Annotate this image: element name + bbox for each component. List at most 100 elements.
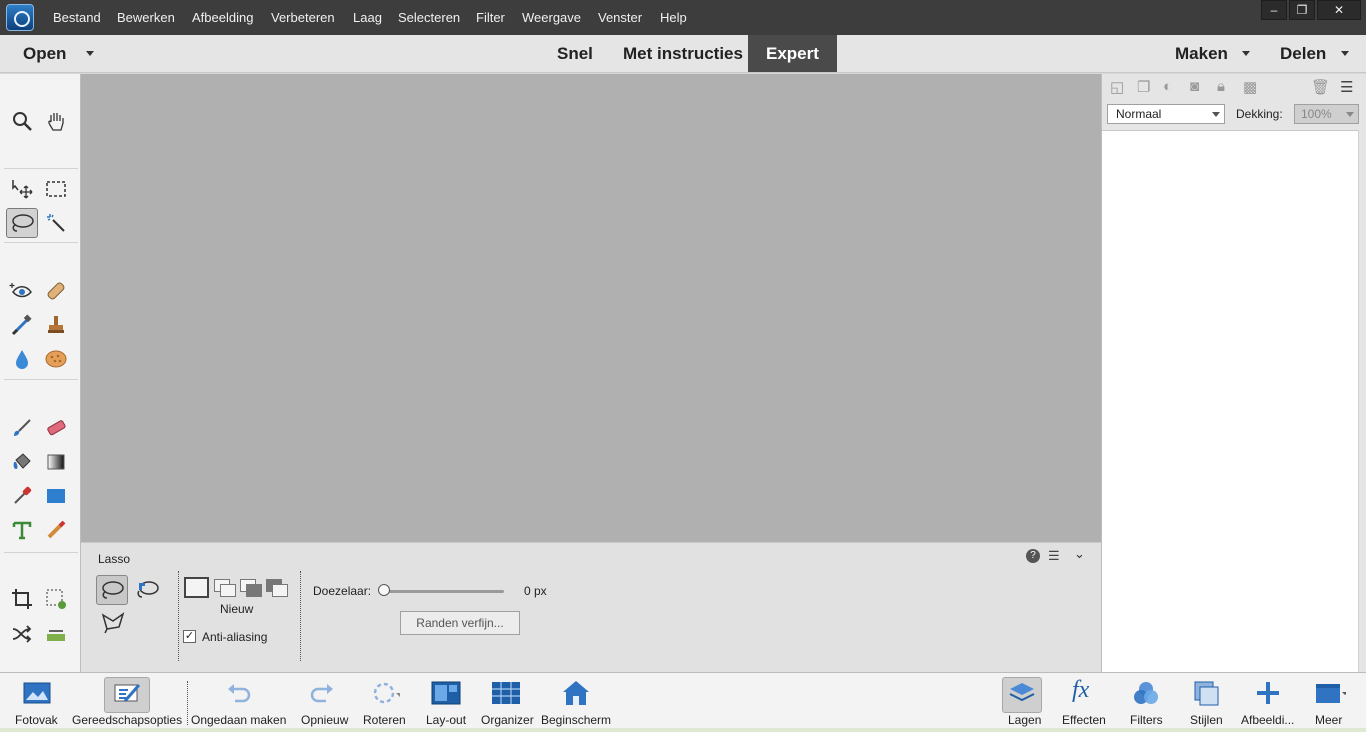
toolbox-divider bbox=[4, 168, 78, 169]
graphics-button[interactable]: Afbeeldi... bbox=[1238, 673, 1300, 731]
brush-tool[interactable] bbox=[6, 413, 38, 443]
tab-met-instructies[interactable]: Met instructies bbox=[623, 44, 743, 64]
type-tool[interactable] bbox=[6, 515, 38, 545]
undo-button[interactable]: Ongedaan maken bbox=[190, 673, 292, 731]
organizer-icon bbox=[492, 682, 520, 704]
feather-slider-thumb[interactable] bbox=[378, 584, 390, 596]
polygonal-lasso-button[interactable] bbox=[99, 611, 127, 635]
document-canvas[interactable] bbox=[81, 74, 1101, 542]
styles-button[interactable]: Stijlen bbox=[1184, 673, 1232, 731]
tool-options-button[interactable]: Gereedschapsopties bbox=[72, 673, 186, 731]
new-group-icon[interactable]: ❐ bbox=[1137, 78, 1150, 96]
refine-edge-button[interactable]: Randen verfijn... bbox=[400, 611, 520, 635]
menu-venster[interactable]: Venster bbox=[598, 10, 642, 25]
paint-bucket-tool[interactable] bbox=[6, 447, 38, 477]
panel-menu-icon[interactable]: ☰ bbox=[1048, 548, 1060, 564]
filters-label: Filters bbox=[1130, 713, 1163, 727]
adjustment-layer-icon[interactable]: ◐ bbox=[1163, 78, 1172, 95]
tool-options-icon bbox=[114, 684, 141, 702]
menu-bewerken[interactable]: Bewerken bbox=[117, 10, 175, 25]
organizer-button[interactable]: Organizer bbox=[478, 673, 536, 731]
smart-brush-tool[interactable] bbox=[6, 310, 38, 340]
pencil-tool[interactable] bbox=[40, 515, 72, 545]
layer-mask-icon[interactable]: ◙ bbox=[1190, 78, 1199, 95]
move-tool[interactable] bbox=[6, 174, 38, 204]
lock-icon[interactable]: 🔒︎ bbox=[1217, 78, 1225, 95]
photo-bin-button[interactable]: Fotovak bbox=[0, 673, 74, 731]
menu-laag[interactable]: Laag bbox=[353, 10, 382, 25]
layout-button[interactable]: Lay-out bbox=[420, 673, 474, 731]
undo-icon bbox=[228, 684, 251, 703]
photo-bin-icon bbox=[23, 682, 51, 704]
hand-tool[interactable] bbox=[40, 106, 72, 136]
new-layer-icon[interactable]: ◱ bbox=[1110, 78, 1124, 96]
trash-icon[interactable]: 🗑︎ bbox=[1311, 78, 1330, 96]
sponge-tool[interactable] bbox=[40, 344, 72, 374]
zoom-tool[interactable] bbox=[6, 106, 38, 136]
open-button[interactable]: Open bbox=[23, 44, 66, 64]
blend-mode-select[interactable]: Normaal bbox=[1107, 104, 1225, 124]
menu-filter[interactable]: Filter bbox=[476, 10, 505, 25]
minimize-button[interactable]: – bbox=[1261, 0, 1287, 20]
eyedropper-tool[interactable] bbox=[6, 481, 38, 511]
quick-selection-tool[interactable] bbox=[40, 208, 72, 238]
make-button[interactable]: Maken bbox=[1175, 44, 1228, 64]
more-button[interactable]: Meer bbox=[1308, 673, 1360, 731]
make-dropdown-icon[interactable] bbox=[1242, 51, 1250, 56]
tab-expert[interactable]: Expert bbox=[766, 44, 819, 64]
tab-snel[interactable]: Snel bbox=[557, 44, 593, 64]
filters-icon bbox=[1134, 682, 1158, 704]
blur-tool[interactable] bbox=[6, 344, 38, 374]
menu-verbeteren[interactable]: Verbeteren bbox=[271, 10, 335, 25]
hand-icon bbox=[48, 113, 64, 131]
selection-new-button[interactable] bbox=[184, 577, 209, 598]
menu-help[interactable]: Help bbox=[660, 10, 687, 25]
open-dropdown-icon[interactable] bbox=[86, 51, 94, 56]
layout-icon bbox=[431, 681, 461, 705]
effects-label: Effecten bbox=[1062, 713, 1106, 727]
layers-list[interactable] bbox=[1102, 130, 1358, 672]
opacity-field[interactable]: 100% bbox=[1294, 104, 1359, 124]
help-icon[interactable]: ? bbox=[1026, 549, 1040, 563]
crop-tool[interactable] bbox=[6, 584, 38, 614]
magnetic-lasso-button[interactable] bbox=[133, 577, 161, 605]
menu-selecteren[interactable]: Selecteren bbox=[398, 10, 460, 25]
menu-afbeelding[interactable]: Afbeelding bbox=[192, 10, 253, 25]
marquee-tool[interactable] bbox=[40, 174, 72, 204]
close-button[interactable]: ✕ bbox=[1317, 0, 1361, 20]
rotate-button[interactable]: Roteren bbox=[360, 673, 416, 731]
home-icon bbox=[563, 681, 589, 705]
feather-slider[interactable] bbox=[382, 590, 504, 593]
straighten-tool[interactable] bbox=[40, 619, 72, 649]
shape-tool[interactable] bbox=[40, 481, 72, 511]
collapse-icon[interactable]: ⌄ bbox=[1074, 546, 1085, 562]
shuffle-icon bbox=[12, 625, 32, 643]
share-button[interactable]: Delen bbox=[1280, 44, 1326, 64]
layers-button[interactable]: Lagen bbox=[1000, 673, 1050, 731]
share-dropdown-icon[interactable] bbox=[1341, 51, 1349, 56]
clone-stamp-tool[interactable] bbox=[40, 310, 72, 340]
menu-bestand[interactable]: Bestand bbox=[53, 10, 101, 25]
filters-button[interactable]: Filters bbox=[1120, 673, 1172, 731]
menu-weergave[interactable]: Weergave bbox=[522, 10, 581, 25]
content-aware-move-tool[interactable] bbox=[6, 619, 38, 649]
red-eye-tool[interactable] bbox=[6, 276, 38, 306]
photo-bin-label: Fotovak bbox=[15, 713, 58, 727]
home-screen-button[interactable]: Beginscherm bbox=[538, 673, 618, 731]
layers-label: Lagen bbox=[1008, 713, 1042, 727]
lock-transparent-icon[interactable]: ▩ bbox=[1243, 78, 1257, 96]
toolbox-divider bbox=[4, 552, 78, 553]
panel-scrollbar[interactable] bbox=[1358, 130, 1366, 672]
spot-healing-tool[interactable] bbox=[40, 276, 72, 306]
restore-button[interactable]: ❐ bbox=[1289, 0, 1315, 20]
selection-mode-label: Nieuw bbox=[220, 602, 254, 616]
gradient-tool[interactable] bbox=[40, 447, 72, 477]
eraser-tool[interactable] bbox=[40, 413, 72, 443]
redo-button[interactable]: Opnieuw bbox=[296, 673, 356, 731]
effects-button[interactable]: fx Effecten bbox=[1058, 673, 1114, 731]
panel-menu-icon[interactable]: ☰ bbox=[1340, 78, 1353, 96]
anti-aliasing-checkbox[interactable]: ✓ bbox=[183, 630, 196, 643]
lasso-tool[interactable] bbox=[6, 208, 38, 238]
recompose-tool[interactable] bbox=[40, 584, 72, 614]
lasso-variant-button[interactable] bbox=[96, 575, 128, 605]
